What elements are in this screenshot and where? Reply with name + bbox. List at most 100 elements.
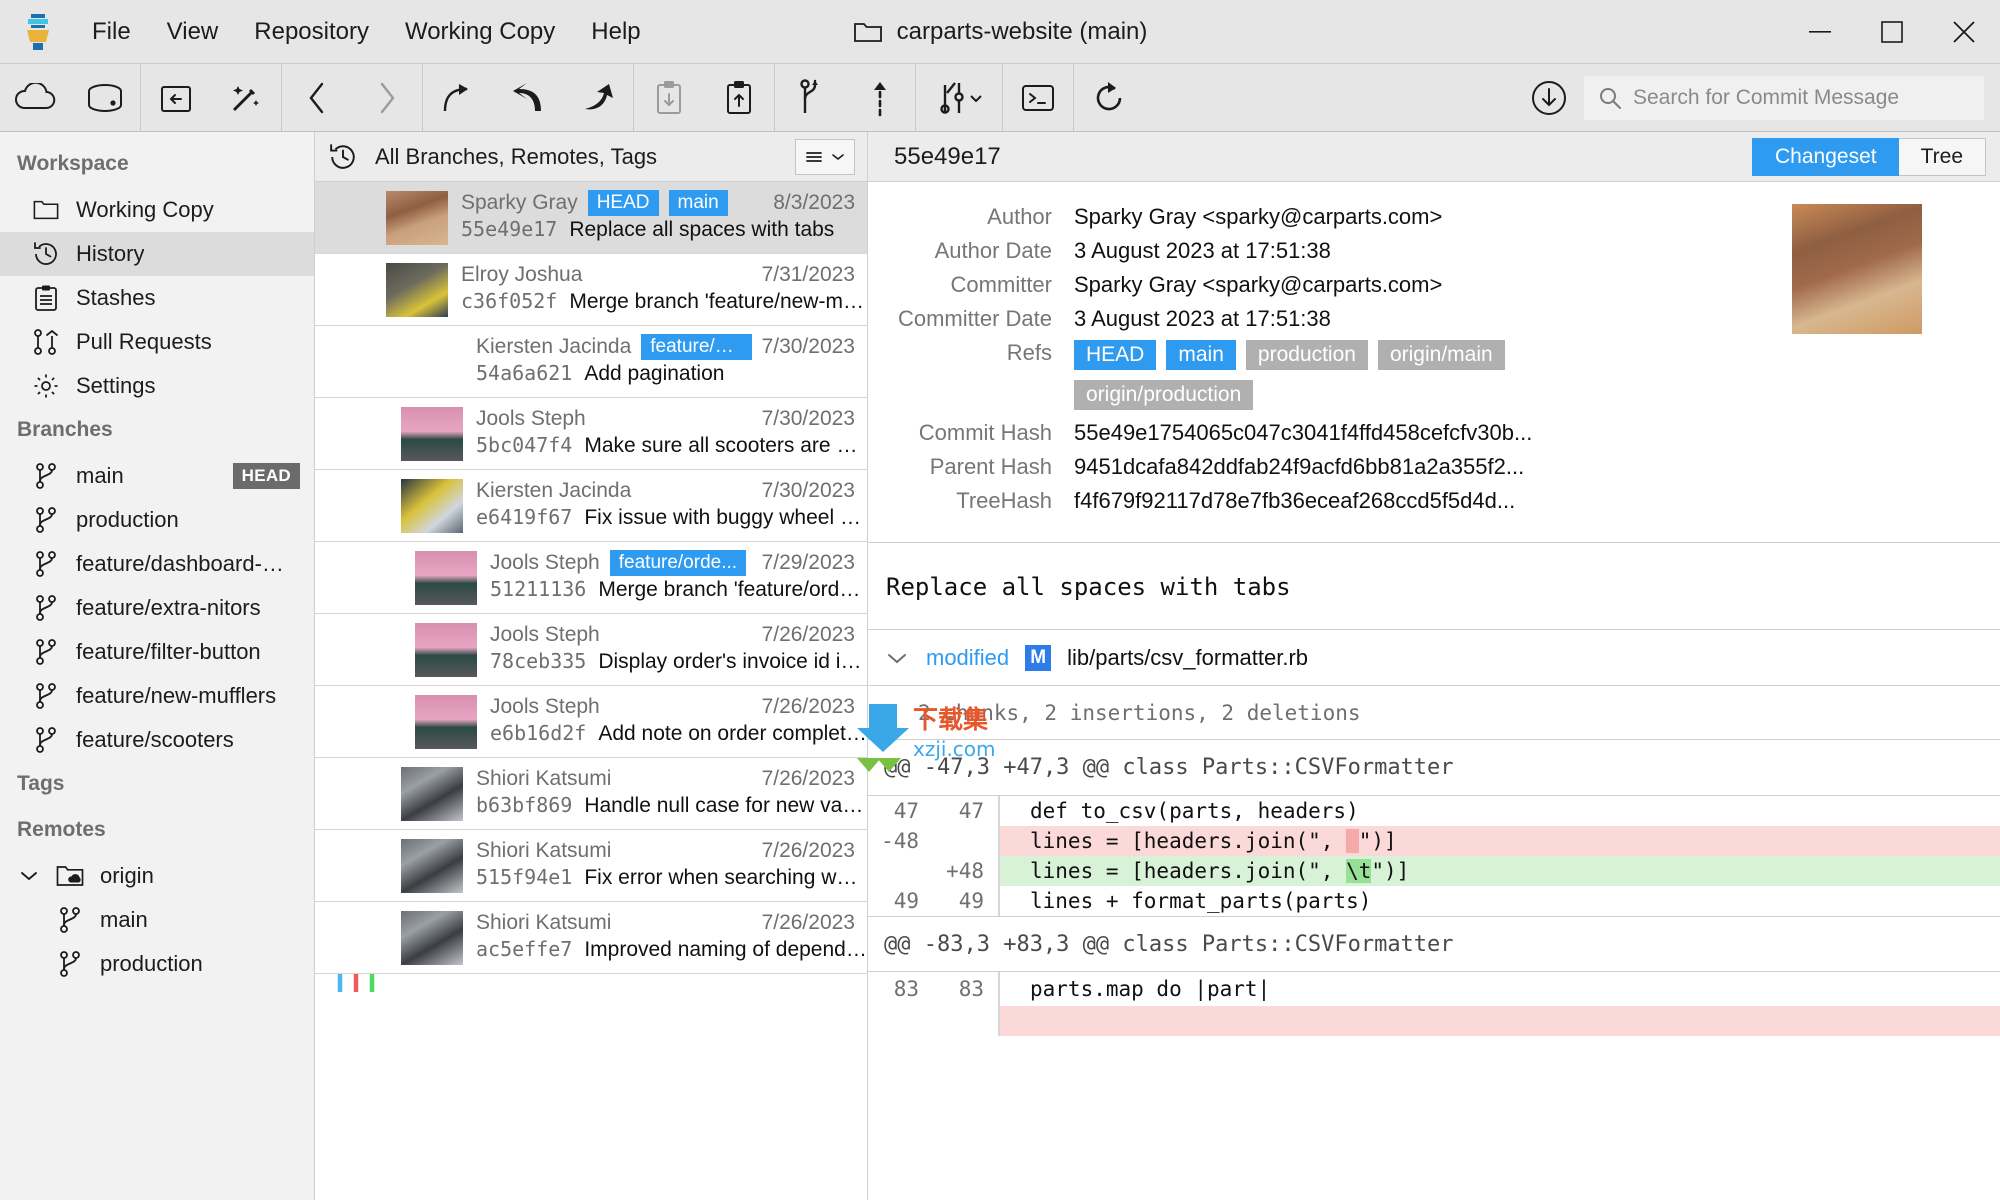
diff-line: 47 47 def to_csv(parts, headers) bbox=[868, 796, 2000, 826]
meta-value: 55e49e1754065c047c3041f4ffd458cefcfv30b.… bbox=[1074, 420, 1533, 445]
tab-tree[interactable]: Tree bbox=[1898, 137, 1986, 176]
diff-highlight: \t bbox=[1346, 859, 1372, 883]
sidebar-section-branches: Branches bbox=[17, 418, 113, 441]
graph-spacer bbox=[315, 326, 383, 397]
branch-icon bbox=[32, 551, 60, 577]
commit-list-pane: All Branches, Remotes, Tags Sparky Gray … bbox=[315, 132, 868, 1200]
menu-file[interactable]: File bbox=[74, 12, 149, 52]
diff-old-lineno bbox=[868, 856, 933, 886]
diff-new-lineno: 47 bbox=[958, 799, 984, 823]
menu-repository[interactable]: Repository bbox=[236, 12, 387, 52]
sidebar-branch-feature-scooters[interactable]: feature/scooters bbox=[0, 718, 314, 762]
diff-line-deleted: -48 lines = [headers.join(", ")] bbox=[868, 826, 2000, 856]
sidebar-branch-main[interactable]: main HEAD bbox=[0, 454, 314, 498]
sidebar-item-history[interactable]: History bbox=[0, 232, 314, 276]
commit-date: 7/26/2023 bbox=[761, 766, 855, 790]
diff-new-lineno: 49 bbox=[958, 889, 984, 913]
commit-row[interactable]: Jools Steph 7/30/2023 5bc047f4 Make sure… bbox=[315, 398, 867, 470]
changed-file-row[interactable]: modified M lib/parts/csv_formatter.rb bbox=[868, 630, 2000, 686]
file-status-badge: M bbox=[1025, 644, 1052, 671]
branch-icon bbox=[32, 463, 60, 489]
commit-row[interactable]: Sparky Gray HEAD main 8/3/2023 55e49e17 … bbox=[315, 182, 867, 254]
commit-row[interactable]: Jools Steph 7/26/2023 78ceb335 Display o… bbox=[315, 614, 867, 686]
meta-key: Committer bbox=[950, 272, 1052, 297]
avatar bbox=[386, 190, 448, 245]
sidebar-item-settings[interactable]: Settings bbox=[0, 364, 314, 408]
list-options-icon[interactable] bbox=[795, 138, 855, 175]
diff-line: 83 83 parts.map do |part| bbox=[868, 972, 2000, 1006]
commit-row[interactable]: Kiersten Jacinda 7/30/2023 e6419f67 Fix … bbox=[315, 470, 867, 542]
download-circle-icon[interactable] bbox=[1514, 64, 1584, 132]
graph-spacer bbox=[315, 830, 383, 901]
commit-row[interactable]: Elroy Joshua 7/31/2023 c36f052f Merge br… bbox=[315, 254, 867, 326]
commit-text: Jools Steph 7/26/2023 78ceb335 Display o… bbox=[490, 621, 867, 679]
clone-icon[interactable] bbox=[0, 64, 70, 132]
commit-row[interactable]: Kiersten Jacinda feature/sc... 7/30/2023… bbox=[315, 326, 867, 398]
checkout-icon[interactable] bbox=[141, 64, 211, 132]
tab-changeset[interactable]: Changeset bbox=[1752, 137, 1899, 176]
push-icon[interactable] bbox=[704, 64, 774, 132]
sidebar-branch-feature-filter-button[interactable]: feature/filter-button bbox=[0, 630, 314, 674]
branch-icon bbox=[32, 595, 60, 621]
commit-row[interactable]: Shiori Katsumi 7/26/2023 ac5effe7 Improv… bbox=[315, 902, 867, 974]
open-repo-icon[interactable] bbox=[70, 64, 140, 132]
branch-dropdown-icon[interactable] bbox=[916, 64, 1002, 132]
main-toolbar: Search for Commit Message bbox=[0, 63, 2000, 132]
sidebar-branch-feature-extra-nitors[interactable]: feature/extra-nitors bbox=[0, 586, 314, 630]
minimize-icon[interactable] bbox=[1784, 0, 1856, 63]
magic-wand-icon[interactable] bbox=[211, 64, 281, 132]
sidebar-item-label: main bbox=[100, 907, 148, 932]
commit-row[interactable]: Shiori Katsumi 7/26/2023 b63bf869 Handle… bbox=[315, 758, 867, 830]
sidebar-item-label: feature/filter-button bbox=[76, 639, 261, 664]
sidebar-item-label: Stashes bbox=[76, 285, 156, 310]
ref-chip-origin-production: origin/production bbox=[1074, 380, 1254, 410]
sidebar-remote-branch-main[interactable]: main bbox=[0, 898, 314, 942]
tag-icon[interactable] bbox=[845, 64, 915, 132]
forward-icon[interactable] bbox=[352, 64, 422, 132]
commit-row[interactable]: Jools Steph feature/orde... 7/29/2023 51… bbox=[315, 542, 867, 614]
menu-working-copy[interactable]: Working Copy bbox=[387, 12, 573, 52]
refresh-icon[interactable] bbox=[1074, 64, 1144, 132]
diff-code: parts.map do |part| bbox=[1000, 972, 2000, 1006]
sidebar-item-label: Pull Requests bbox=[76, 329, 212, 354]
branch-icon[interactable] bbox=[775, 64, 845, 132]
close-icon[interactable] bbox=[1928, 0, 2000, 63]
diff-new-lineno: +48 bbox=[946, 859, 984, 883]
diff-old-lineno: 83 bbox=[893, 977, 919, 1001]
pull-icon[interactable] bbox=[634, 64, 704, 132]
toolbar-group-refresh bbox=[1074, 64, 1144, 131]
chevron-down-icon[interactable] bbox=[884, 651, 910, 665]
sidebar-remote-origin[interactable]: origin bbox=[0, 854, 314, 898]
commit-row[interactable]: Shiori Katsumi 7/26/2023 515f94e1 Fix er… bbox=[315, 830, 867, 902]
maximize-icon[interactable] bbox=[1856, 0, 1928, 63]
rebase-icon[interactable] bbox=[493, 64, 563, 132]
meta-key: Committer Date bbox=[897, 306, 1052, 331]
terminal-icon[interactable] bbox=[1003, 64, 1073, 132]
cherry-pick-icon[interactable] bbox=[563, 64, 633, 132]
commit-date: 7/26/2023 bbox=[761, 694, 855, 718]
sidebar-item-working-copy[interactable]: Working Copy bbox=[0, 188, 314, 232]
sidebar-branch-production[interactable]: production bbox=[0, 498, 314, 542]
search-input[interactable]: Search for Commit Message bbox=[1584, 75, 1984, 120]
avatar bbox=[386, 262, 448, 317]
avatar bbox=[401, 335, 463, 389]
sidebar-item-stashes[interactable]: Stashes bbox=[0, 276, 314, 320]
sidebar-item-pull-requests[interactable]: Pull Requests bbox=[0, 320, 314, 364]
menu-view[interactable]: View bbox=[149, 12, 237, 52]
sidebar-branch-feature-dashboard[interactable]: feature/dashboard-bat... bbox=[0, 542, 314, 586]
sidebar-item-label: production bbox=[76, 507, 179, 532]
merge-icon[interactable] bbox=[423, 64, 493, 132]
back-icon[interactable] bbox=[282, 64, 352, 132]
sidebar-item-label: feature/extra-nitors bbox=[76, 595, 261, 620]
search-placeholder: Search for Commit Message bbox=[1633, 85, 1900, 109]
commit-list[interactable]: Sparky Gray HEAD main 8/3/2023 55e49e17 … bbox=[315, 182, 867, 1200]
menu-help[interactable]: Help bbox=[573, 12, 658, 52]
app-logo-icon bbox=[16, 12, 60, 52]
sidebar-section-remotes: Remotes bbox=[17, 818, 106, 841]
commit-row[interactable]: Jools Steph 7/26/2023 e6b16d2f Add note … bbox=[315, 686, 867, 758]
sidebar-remote-branch-production[interactable]: production bbox=[0, 942, 314, 986]
commit-date: 7/30/2023 bbox=[761, 406, 855, 430]
toolbar-group-repo bbox=[0, 64, 141, 131]
chevron-down-icon[interactable] bbox=[18, 870, 40, 882]
sidebar-branch-feature-new-mufflers[interactable]: feature/new-mufflers bbox=[0, 674, 314, 718]
